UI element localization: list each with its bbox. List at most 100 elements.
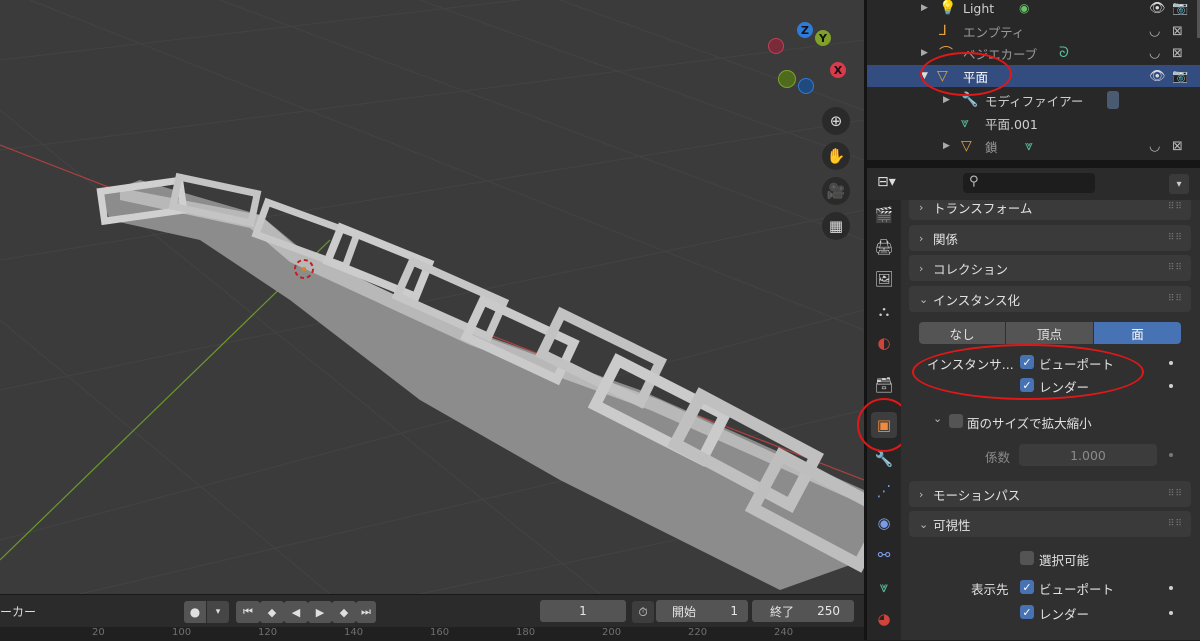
instancing-panel-header[interactable]: ⌄ インスタンス化 ⠿⠿ — [909, 286, 1191, 312]
light-icon: 💡 — [939, 0, 957, 16]
particles-icon[interactable]: ⋰ — [871, 478, 897, 504]
chevron-down-icon[interactable]: ⌄ — [933, 412, 942, 425]
neg-x-handle[interactable] — [768, 38, 784, 54]
expand-arrow-icon[interactable]: ▶ — [943, 95, 950, 105]
panel-title: トランスフォーム — [933, 200, 1033, 216]
timeline[interactable]: ーカー ● ▾ ⏮ ◆ ◀ ▶ ◆ ⏭ 1 ⏱ 開始 1 終了 250 20 1… — [0, 594, 864, 641]
options-dropdown[interactable]: ▾ — [1169, 174, 1189, 194]
grip-icon[interactable]: ⠿⠿ — [1168, 489, 1183, 499]
output-icon[interactable]: 🖨 — [871, 234, 897, 260]
3d-viewport[interactable]: Z Y X ⊕ ✋ 🎥 ▦ — [0, 0, 864, 594]
keying-dropdown[interactable]: ▾ — [207, 601, 229, 623]
keyframe-dot[interactable] — [1169, 611, 1173, 615]
outliner-label: モディファイアー — [985, 93, 1084, 109]
end-frame-field[interactable]: 終了 250 — [752, 600, 854, 622]
world-icon[interactable]: ◐ — [871, 330, 897, 356]
physics-icon[interactable]: ◉ — [871, 510, 897, 536]
instancing-none-button[interactable]: なし — [919, 322, 1005, 344]
keyframe-dot[interactable] — [1169, 384, 1173, 388]
frame-ruler[interactable]: 20 100 120 140 160 180 200 220 240 — [0, 627, 864, 641]
outliner-row-curve[interactable]: ▶ ⌒ ベジエカーブ ᘐ ◡ ⊠ — [867, 42, 1200, 64]
outliner-row-empty[interactable]: ⅃ エンプティ ◡ ⊠ — [867, 20, 1200, 42]
editor-type-icon[interactable]: ⊟▾ — [877, 174, 911, 194]
grip-icon[interactable]: ⠿⠿ — [1168, 263, 1183, 273]
search-input[interactable]: ⚲ — [963, 173, 1095, 193]
outliner-row-light[interactable]: ▶ 💡 Light ◉ 👁 📷 — [867, 0, 1200, 19]
stopwatch-icon[interactable]: ⏱ — [632, 601, 654, 623]
jump-end-icon[interactable]: ⏭ — [356, 601, 376, 623]
next-keyframe-icon[interactable]: ◆ — [332, 601, 356, 623]
camera-render-icon[interactable]: 📷 — [1172, 69, 1188, 84]
keyframe-dot[interactable] — [1169, 586, 1173, 590]
marker-menu[interactable]: ーカー — [0, 603, 36, 620]
play-reverse-icon[interactable]: ◀ — [284, 601, 308, 623]
expand-arrow-icon[interactable]: ▶ — [921, 48, 928, 58]
chevron-right-icon: › — [919, 200, 924, 214]
grip-icon[interactable]: ⠿⠿ — [1168, 202, 1183, 212]
motion-paths-panel-header[interactable]: › モーションパス ⠿⠿ — [909, 481, 1191, 507]
keyframe-dot[interactable] — [1169, 361, 1173, 365]
grid-icon[interactable]: ▦ — [822, 212, 850, 240]
outliner-row-modifiers[interactable]: ▶ 🔧 モディファイアー — [867, 89, 1200, 111]
eye-icon[interactable]: 👁 — [1149, 69, 1166, 84]
camera-disabled-icon[interactable]: ⊠ — [1172, 46, 1183, 61]
outliner-label: エンプティ — [963, 24, 1025, 40]
scene-icon[interactable]: ⛬ — [871, 298, 897, 324]
expand-arrow-icon[interactable]: ▶ — [921, 3, 928, 13]
hand-icon[interactable]: ✋ — [822, 142, 850, 170]
eye-closed-icon[interactable]: ◡ — [1149, 46, 1160, 61]
play-icon[interactable]: ▶ — [308, 601, 332, 623]
show-render-checkbox[interactable]: ✓ — [1020, 605, 1034, 619]
grip-icon[interactable]: ⠿⠿ — [1168, 233, 1183, 243]
factor-field[interactable]: 1.000 — [1019, 444, 1157, 466]
x-axis-handle[interactable]: X — [830, 62, 846, 78]
view-layer-icon[interactable]: 🖼 — [871, 266, 897, 292]
current-frame-field[interactable]: 1 — [540, 600, 626, 622]
search-icon: ⚲ — [969, 174, 979, 189]
eye-icon[interactable]: 👁 — [1149, 1, 1166, 16]
chevron-down-icon: ⌄ — [919, 517, 929, 531]
jump-start-icon[interactable]: ⏮ — [236, 601, 260, 623]
instancing-verts-button[interactable]: 頂点 — [1006, 322, 1093, 344]
outliner[interactable]: ▶ 💡 Light ◉ 👁 📷 ⅃ エンプティ ◡ ⊠ ▶ ⌒ ベジエカーブ ᘐ… — [867, 0, 1200, 160]
grip-icon[interactable]: ⠿⠿ — [1168, 519, 1183, 529]
eye-closed-icon[interactable]: ◡ — [1149, 24, 1160, 39]
material-icon[interactable]: ◕ — [871, 606, 897, 632]
constraints-icon[interactable]: ⚯ — [871, 542, 897, 568]
modifier-icon — [1107, 91, 1119, 109]
collection-icon[interactable]: 🗃 — [871, 372, 897, 398]
y-axis-handle[interactable]: Y — [815, 30, 831, 46]
neg-y-handle[interactable] — [778, 70, 796, 88]
eye-closed-icon[interactable]: ◡ — [1149, 139, 1160, 154]
outliner-row-chain[interactable]: ▶ ▽ 鎖 ⩔ ◡ ⊠ — [867, 135, 1200, 157]
area-separator[interactable] — [867, 160, 1200, 168]
outliner-row-plane[interactable]: ▼ ▽ 平面 👁 📷 — [867, 65, 1200, 87]
transform-panel-header[interactable]: › トランスフォーム ⠿⠿ — [909, 200, 1191, 220]
selectable-checkbox[interactable] — [1020, 551, 1034, 565]
instancing-faces-button[interactable]: 面 — [1094, 322, 1181, 344]
collections-panel-header[interactable]: › コレクション ⠿⠿ — [909, 255, 1191, 281]
outliner-label: 平面.001 — [985, 116, 1038, 132]
expand-arrow-icon[interactable]: ▶ — [943, 141, 950, 151]
zoom-icon[interactable]: ⊕ — [822, 107, 850, 135]
z-axis-handle[interactable]: Z — [797, 22, 813, 38]
properties-panel[interactable]: › トランスフォーム ⠿⠿ › 関係 ⠿⠿ › コレクション ⠿⠿ ⌄ インスタ… — [901, 200, 1200, 640]
mesh-data-icon[interactable]: ⩔ — [871, 574, 897, 600]
camera-disabled-icon[interactable]: ⊠ — [1172, 139, 1183, 154]
record-button[interactable]: ● — [184, 601, 206, 623]
camera-disabled-icon[interactable]: ⊠ — [1172, 24, 1183, 39]
neg-z-handle[interactable] — [798, 78, 814, 94]
start-frame-field[interactable]: 開始 1 — [656, 600, 748, 622]
relations-panel-header[interactable]: › 関係 ⠿⠿ — [909, 225, 1191, 251]
outliner-row-mesh-data[interactable]: ⩔ 平面.001 — [867, 112, 1200, 134]
camera-icon[interactable]: 🎥 — [822, 177, 850, 205]
visibility-panel-header[interactable]: ⌄ 可視性 ⠿⠿ — [909, 511, 1191, 537]
scale-by-face-checkbox[interactable] — [949, 414, 963, 428]
keyframe-dot[interactable] — [1169, 453, 1173, 457]
camera-render-icon[interactable]: 📷 — [1172, 1, 1188, 16]
ruler-tick: 160 — [430, 627, 450, 638]
prev-keyframe-icon[interactable]: ◆ — [260, 601, 284, 623]
show-viewport-checkbox[interactable]: ✓ — [1020, 580, 1034, 594]
tool-icon[interactable]: 🎬 — [871, 202, 897, 228]
grip-icon[interactable]: ⠿⠿ — [1168, 294, 1183, 304]
